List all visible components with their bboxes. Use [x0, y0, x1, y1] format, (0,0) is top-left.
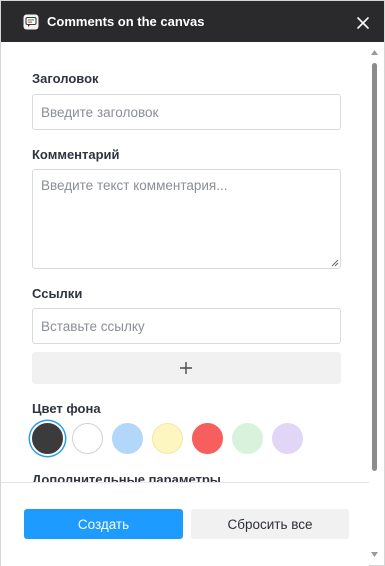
dialog-footer: Создать Сбросить все	[1, 482, 369, 566]
scroll-up-icon[interactable]	[371, 50, 378, 55]
comment-textarea[interactable]	[32, 169, 341, 269]
title-field-label: Заголовок	[32, 71, 99, 86]
color-swatch-black[interactable]	[32, 423, 63, 454]
resize-grip-icon[interactable]	[330, 258, 339, 267]
add-link-button[interactable]	[32, 352, 341, 384]
create-button[interactable]: Создать	[24, 509, 183, 539]
dialog-title: Comments on the canvas	[47, 14, 205, 29]
color-swatch-purple[interactable]	[272, 423, 303, 454]
comments-dialog: Comments on the canvas Заголовок Коммент…	[0, 0, 385, 566]
plus-icon	[180, 362, 192, 374]
color-swatch-blue[interactable]	[112, 423, 143, 454]
scroll-down-icon[interactable]	[371, 552, 378, 557]
reset-all-button[interactable]: Сбросить все	[191, 509, 349, 539]
background-color-label: Цвет фона	[32, 401, 101, 416]
links-field-label: Ссылки	[32, 286, 83, 301]
close-icon[interactable]	[352, 12, 374, 34]
color-swatch-white[interactable]	[72, 423, 103, 454]
color-swatch-red[interactable]	[192, 423, 223, 454]
dialog-content: Заголовок Комментарий Ссылки Цвет фона Д…	[1, 42, 384, 482]
comment-field-label: Комментарий	[32, 147, 120, 162]
title-input[interactable]	[32, 94, 341, 130]
dialog-titlebar: Comments on the canvas	[1, 1, 384, 42]
comment-app-icon	[23, 14, 39, 30]
advanced-options-label[interactable]: Дополнительные параметры	[32, 472, 221, 482]
color-swatch-green[interactable]	[232, 423, 263, 454]
scrollbar-thumb[interactable]	[372, 63, 377, 471]
color-swatch-yellow[interactable]	[152, 423, 183, 454]
link-input[interactable]	[32, 308, 341, 344]
